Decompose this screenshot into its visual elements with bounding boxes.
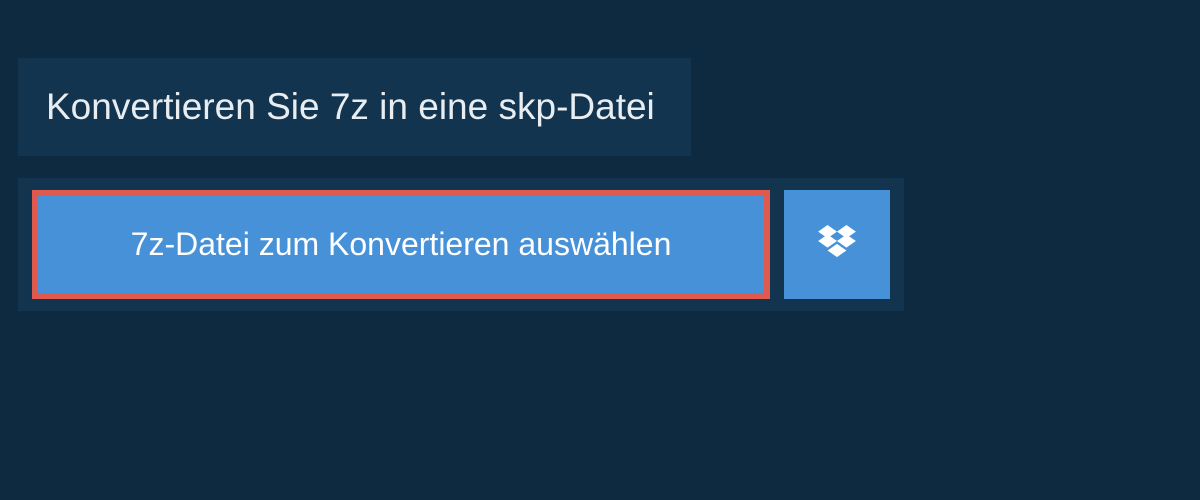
dropbox-button[interactable]: [784, 190, 890, 299]
dropbox-icon: [818, 225, 856, 264]
page-title-bar: Konvertieren Sie 7z in eine skp-Datei: [18, 58, 691, 156]
select-file-button-label: 7z-Datei zum Konvertieren auswählen: [131, 226, 672, 263]
page-title: Konvertieren Sie 7z in eine skp-Datei: [46, 86, 655, 128]
select-file-button[interactable]: 7z-Datei zum Konvertieren auswählen: [32, 190, 770, 299]
upload-panel: 7z-Datei zum Konvertieren auswählen: [18, 178, 904, 311]
